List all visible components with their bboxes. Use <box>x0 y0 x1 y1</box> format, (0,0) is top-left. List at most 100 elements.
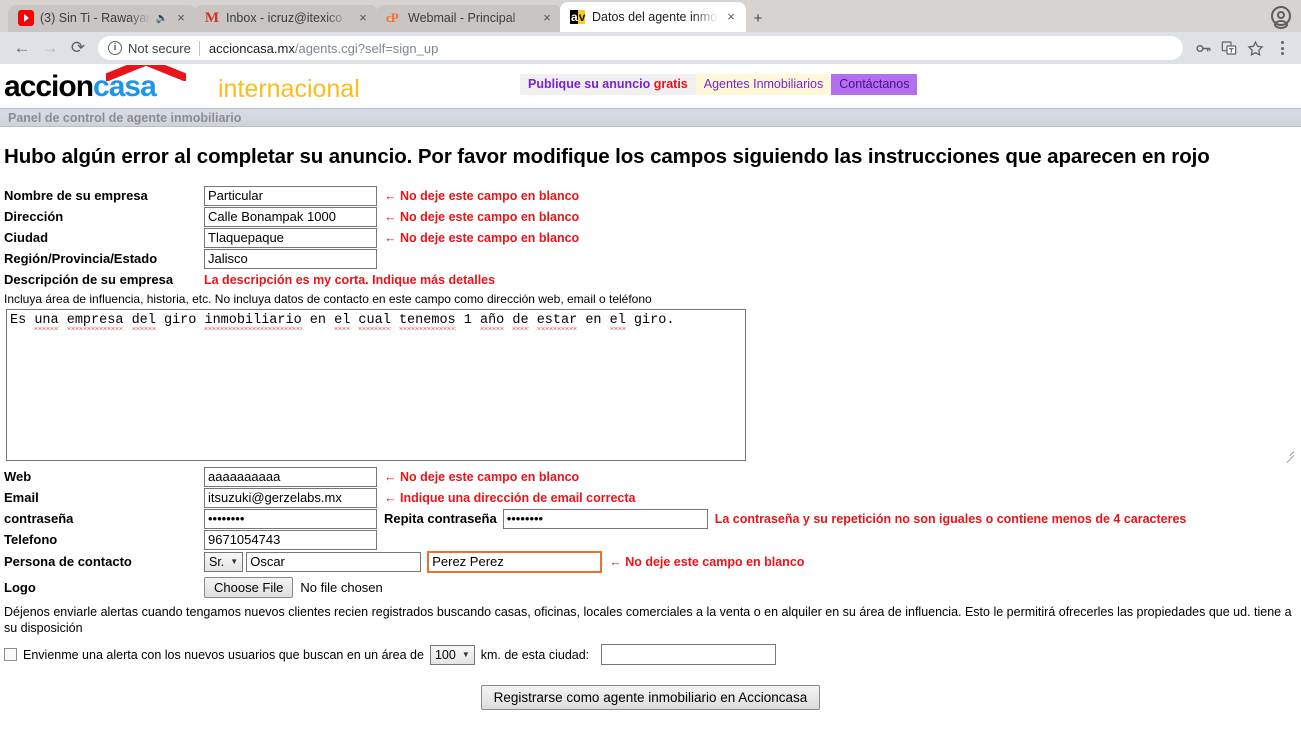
error-description: La descripción es my corta. Indique más … <box>204 272 496 287</box>
resize-handle-icon[interactable] <box>1284 446 1294 456</box>
label-logo: Logo <box>4 580 36 595</box>
nav-agentes-inmobiliarios[interactable]: Agentes Inmobiliarios <box>695 74 832 95</box>
checkbox-alerts[interactable] <box>4 648 17 661</box>
logo-tagline: internacional <box>218 75 360 103</box>
input-phone[interactable] <box>204 529 377 550</box>
tab-title: Webmail - Principal <box>408 11 516 25</box>
tab-close-icon[interactable]: × <box>356 11 370 25</box>
misspelled-word: del <box>131 313 156 328</box>
misspelled-word: año <box>479 313 505 328</box>
field-row-contact-person: Persona de contacto Sr. ▼ ← No deje este… <box>0 550 1301 573</box>
input-address[interactable] <box>204 206 377 227</box>
browser-tab-datos-agente[interactable]: av Datos del agente inmobiliario × <box>560 2 746 32</box>
browser-tab-youtube[interactable]: (3) Sin Ti - Rawayana 🔈 × <box>8 4 196 32</box>
nav-publique-su-anuncio[interactable]: Publique su anuncio gratis <box>520 74 696 95</box>
input-web[interactable] <box>204 466 377 487</box>
misspelled-word: tenemos <box>398 313 456 328</box>
error-company-name: ← No deje este campo en blanco <box>384 188 580 203</box>
misspelled-word: el <box>609 313 626 328</box>
agent-signup-form: Nombre de su empresa ← No deje este camp… <box>0 185 1301 710</box>
description-text: giro <box>155 313 205 328</box>
tab-close-icon[interactable]: × <box>724 10 738 24</box>
tab-title: Inbox - icruz@itexico <box>226 11 343 25</box>
choose-file-button[interactable]: Choose File <box>204 577 294 598</box>
label-description: Descripción de su empresa <box>4 272 174 287</box>
security-status-label: Not secure <box>128 40 191 56</box>
tab-title: Datos del agente inmobiliario <box>592 10 718 24</box>
nav-contactanos[interactable]: Contáctanos <box>831 74 918 95</box>
browser-tab-gmail[interactable]: M Inbox - icruz@itexico × <box>194 4 378 32</box>
error-web: ← No deje este campo en blanco <box>384 469 580 484</box>
field-row-password: contraseña Repita contraseña La contrase… <box>0 508 1301 529</box>
breadcrumb: Panel de control de agente inmobiliario <box>0 108 1301 127</box>
omnibox-divider <box>198 40 200 56</box>
submit-button[interactable]: Registrarse como agente inmobiliario en … <box>480 685 821 710</box>
site-nav: Publique su anuncio gratis Agentes Inmob… <box>520 74 918 95</box>
url-path: /agents.cgi?self=sign_up <box>294 40 439 56</box>
input-password-repeat[interactable] <box>502 508 708 529</box>
avast-icon: av <box>570 10 586 24</box>
label-password: contraseña <box>4 511 74 526</box>
input-alert-city[interactable] <box>601 644 777 665</box>
logo-accion: accion <box>4 70 94 103</box>
key-icon[interactable] <box>1191 36 1215 60</box>
tab-mute-icon[interactable]: 🔈 <box>156 13 168 24</box>
description-text <box>529 313 537 328</box>
description-hint: Incluya área de influencia, historia, et… <box>4 292 652 306</box>
error-password: La contraseña y su repetición no son igu… <box>714 511 1187 526</box>
profile-avatar-icon[interactable] <box>1271 6 1291 29</box>
gmail-icon: M <box>204 10 220 26</box>
input-company-name[interactable] <box>204 185 377 206</box>
address-bar[interactable]: i Not secure accioncasa.mx /agents.cgi?s… <box>98 36 1183 60</box>
label-city: Ciudad <box>4 230 49 245</box>
description-textarea-wrapper: Es una empresa del giro inmobiliario en … <box>0 309 1301 461</box>
back-icon[interactable]: ← <box>8 34 36 62</box>
page-title: Hubo algún error al completar su anuncio… <box>4 145 1210 168</box>
alerts-text-after: km. de esta ciudad: <box>480 647 590 662</box>
reload-icon[interactable]: ⟳ <box>64 34 92 62</box>
new-tab-button[interactable]: + <box>744 4 772 32</box>
description-text: en <box>577 313 610 328</box>
input-region[interactable] <box>204 248 377 269</box>
bookmark-star-icon[interactable] <box>1243 36 1267 60</box>
error-address: ← No deje este campo en blanco <box>384 209 580 224</box>
chevron-down-icon: ▼ <box>461 650 470 659</box>
misspelled-word: cual <box>358 313 391 328</box>
nav-label: Publique su anuncio <box>528 77 654 91</box>
select-alert-radius[interactable]: 100 ▼ <box>429 644 475 665</box>
input-email[interactable] <box>204 487 377 508</box>
label-contact-person: Persona de contacto <box>4 554 132 569</box>
input-password[interactable] <box>204 508 377 529</box>
description-text <box>123 313 131 328</box>
misspelled-word: estar <box>536 313 578 328</box>
input-city[interactable] <box>204 227 377 248</box>
input-description[interactable]: Es una empresa del giro inmobiliario en … <box>6 309 746 461</box>
misspelled-word: empresa <box>66 313 124 328</box>
field-row-region: Región/Provincia/Estado <box>0 248 1301 269</box>
cpanel-icon: cP <box>386 10 399 25</box>
field-row-city: Ciudad ← No deje este campo en blanco <box>0 227 1301 248</box>
forward-icon[interactable]: → <box>36 34 64 62</box>
info-circle-icon[interactable]: i <box>108 41 122 55</box>
label-password-repeat: Repita contraseña <box>384 511 497 526</box>
input-contact-first-name[interactable] <box>246 551 422 572</box>
nav-label-accent: gratis <box>653 77 688 91</box>
field-row-logo: Logo Choose File No file chosen <box>0 575 1301 600</box>
translate-icon[interactable] <box>1217 36 1241 60</box>
tab-title: (3) Sin Ti - Rawayana <box>40 11 150 25</box>
misspelled-word: inmobiliario <box>204 313 302 328</box>
tab-close-icon[interactable]: × <box>540 11 554 25</box>
label-email: Email <box>4 490 39 505</box>
description-text: Es <box>10 313 35 328</box>
tab-strip: (3) Sin Ti - Rawayana 🔈 × M Inbox - icru… <box>0 0 1301 32</box>
error-email: ← Indique una dirección de email correct… <box>384 490 636 505</box>
field-row-phone: Telefono <box>0 529 1301 550</box>
tab-close-icon[interactable]: × <box>174 11 188 25</box>
select-contact-title[interactable]: Sr. ▼ <box>204 551 244 572</box>
select-alert-radius-value: 100 <box>434 647 456 662</box>
browser-tab-webmail[interactable]: cP Webmail - Principal × <box>376 4 562 32</box>
field-row-address: Dirección ← No deje este campo en blanco <box>0 206 1301 227</box>
chevron-down-icon: ▼ <box>230 557 239 566</box>
input-contact-last-name[interactable] <box>427 550 603 573</box>
more-menu-icon[interactable] <box>1271 41 1293 55</box>
